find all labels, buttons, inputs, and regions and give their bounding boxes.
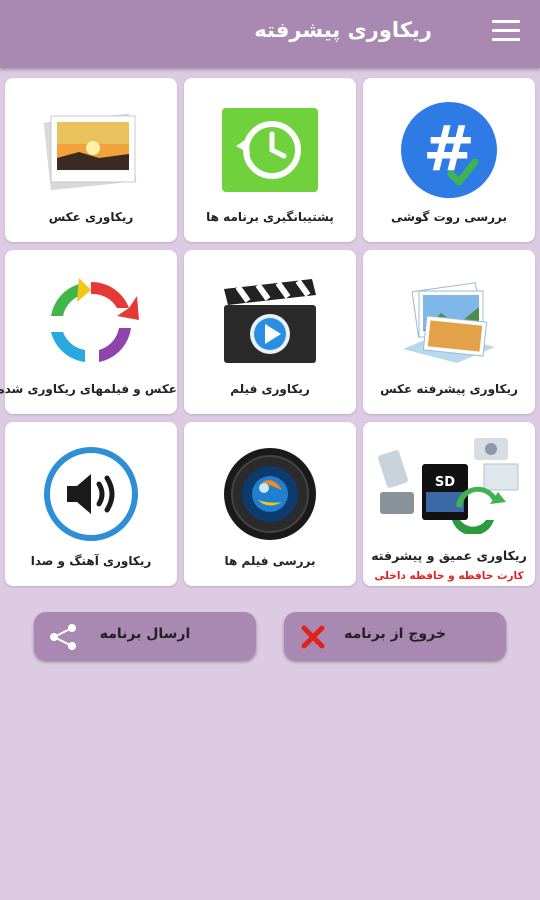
root-check-icon: #: [363, 100, 535, 200]
exit-button[interactable]: خروج از برنامه: [284, 612, 506, 660]
backup-clock-icon: [184, 100, 356, 200]
share-button[interactable]: ارسال برنامه: [34, 612, 256, 660]
card-deep-recovery-sublabel: کارت حافظه و حافظه داخلی: [374, 570, 524, 582]
app-bar: ریکاوری پیشرفته: [0, 0, 540, 68]
recycle-arrows-icon: [5, 272, 177, 372]
card-app-backup[interactable]: پشتیبانگیری برنامه ها: [184, 78, 356, 242]
card-video-review[interactable]: بررسی فیلم ها: [184, 422, 356, 586]
card-video-review-label: بررسی فیلم ها: [224, 554, 316, 568]
card-recovered-media-label: عکس و فیلمهای ریکاوری شده: [0, 382, 177, 396]
card-audio-recovery-label: ریکاوری آهنگ و صدا: [30, 554, 152, 568]
card-video-recovery-label: ریکاوری فیلم: [230, 382, 310, 396]
exit-button-label: خروج از برنامه: [344, 626, 446, 642]
card-audio-recovery[interactable]: ریکاوری آهنگ و صدا: [5, 422, 177, 586]
svg-text:SD: SD: [435, 475, 455, 490]
hamburger-menu-icon[interactable]: [492, 20, 520, 44]
devices-sdcard-icon: SD: [363, 434, 535, 534]
photo-stack-icon: [363, 272, 535, 372]
speaker-icon: [5, 444, 177, 544]
camera-lens-icon: [184, 444, 356, 544]
card-video-recovery[interactable]: ریکاوری فیلم: [184, 250, 356, 414]
card-advanced-photo[interactable]: ریکاوری پیشرفته عکس: [363, 250, 535, 414]
card-root-check-label: بررسی روت گوشی: [390, 210, 508, 224]
card-photo-recovery[interactable]: ریکاوری عکس: [5, 78, 177, 242]
card-deep-recovery-label: ریکاوری عمیق و پیشرفته: [371, 548, 527, 563]
card-root-check[interactable]: # بررسی روت گوشی: [363, 78, 535, 242]
app-title: ریکاوری پیشرفته: [254, 18, 432, 42]
card-app-backup-label: پشتیبانگیری برنامه ها: [206, 210, 334, 224]
share-button-label: ارسال برنامه: [99, 626, 191, 642]
photo-icon: [5, 100, 177, 200]
clapperboard-icon: [184, 272, 356, 372]
card-photo-recovery-label: ریکاوری عکس: [48, 210, 134, 224]
card-recovered-media[interactable]: عکس و فیلمهای ریکاوری شده: [0, 250, 177, 414]
card-advanced-photo-label: ریکاوری پیشرفته عکس: [380, 382, 518, 396]
card-deep-recovery[interactable]: SD ریکاوری عمیق و پیشرفته کارت حافظه و ح…: [363, 422, 535, 586]
